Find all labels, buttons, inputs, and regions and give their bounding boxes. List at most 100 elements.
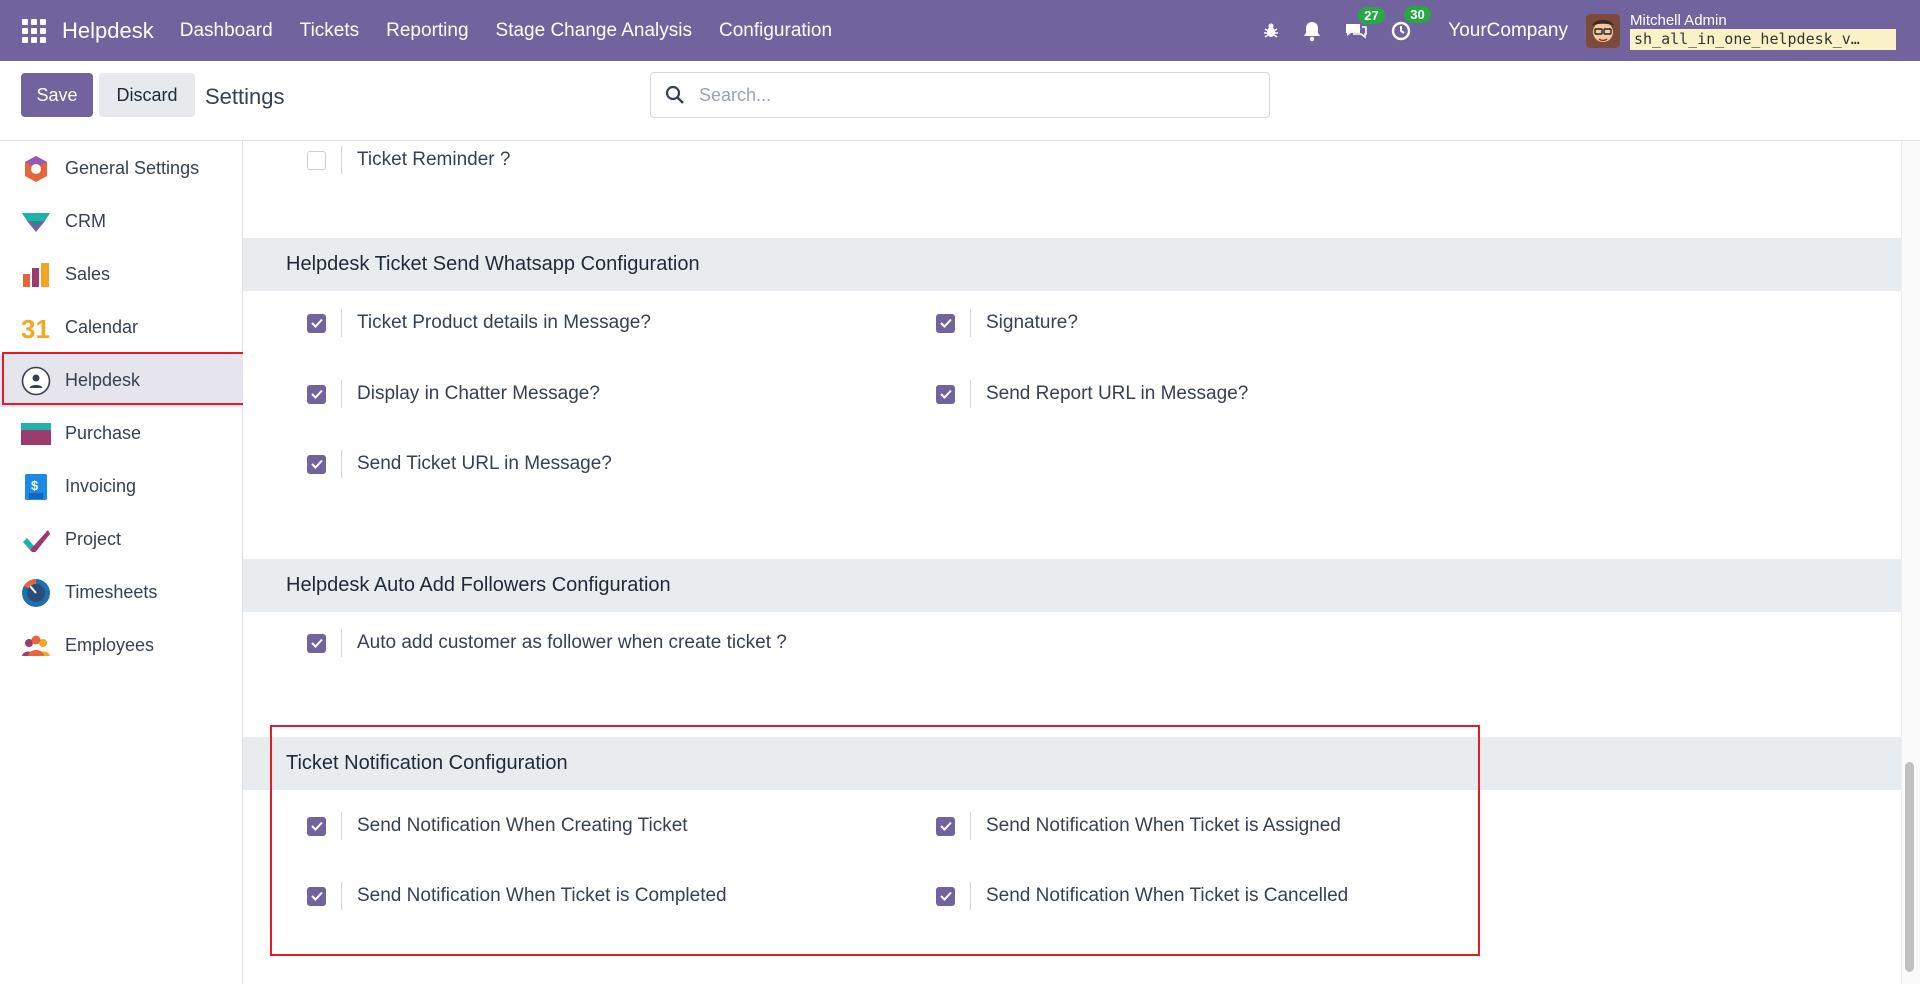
separator (970, 812, 971, 840)
activity-clock-icon[interactable]: 30 (1390, 5, 1431, 42)
crm-icon (21, 207, 51, 237)
sidebar-item-timesheets[interactable]: Timesheets (0, 566, 243, 619)
purchase-icon (21, 419, 51, 449)
menu-configuration[interactable]: Configuration (719, 20, 832, 42)
settings-sidebar: General Settings CRM Sales 31 Calendar H… (0, 141, 243, 984)
general-settings-icon (21, 154, 51, 184)
settings-content: Ticket Reminder ? Helpdesk Ticket Send W… (243, 141, 1901, 984)
sidebar-item-calendar[interactable]: 31 Calendar (0, 301, 243, 354)
search-icon (665, 85, 684, 104)
sidebar-item-invoicing[interactable]: $ Invoicing (0, 460, 243, 513)
control-panel: Save Discard Settings (0, 61, 1920, 141)
top-navbar: Helpdesk Dashboard Tickets Reporting Sta… (0, 0, 1920, 61)
checkbox-checked[interactable] (307, 384, 326, 404)
setting-label: Send Ticket URL in Message? (357, 453, 612, 474)
menu-reporting[interactable]: Reporting (386, 20, 468, 42)
sidebar-item-purchase[interactable]: Purchase (0, 407, 243, 460)
database-name: sh_all_in_one_helpdesk_v… (1630, 28, 1896, 50)
menu-stage-change-analysis[interactable]: Stage Change Analysis (496, 20, 692, 42)
separator (341, 882, 342, 910)
menu-tickets[interactable]: Tickets (300, 20, 359, 42)
sidebar-item-crm[interactable]: CRM (0, 195, 243, 248)
separator (341, 146, 342, 174)
checkbox-checked[interactable] (307, 313, 326, 333)
separator (341, 450, 342, 478)
separator (341, 309, 342, 337)
setting-label: Ticket Product details in Message? (357, 312, 651, 333)
separator (970, 882, 971, 910)
checkbox-checked[interactable] (307, 454, 326, 474)
checkbox-checked[interactable] (936, 816, 955, 836)
company-switcher[interactable]: YourCompany (1448, 20, 1568, 42)
apps-menu-icon[interactable] (22, 18, 46, 43)
checkbox-checked[interactable] (307, 633, 326, 653)
setting-whatsapp-chatter: Display in Chatter Message? (307, 376, 600, 412)
check-icon (310, 389, 323, 399)
discard-button[interactable]: Discard (99, 73, 195, 117)
sidebar-item-label: Sales (65, 264, 111, 284)
sidebar-item-project[interactable]: Project (0, 513, 243, 566)
sales-icon (21, 260, 51, 290)
search-input[interactable] (699, 84, 1239, 106)
checkbox-checked[interactable] (936, 886, 955, 906)
page-title: Settings (205, 84, 285, 109)
separator (970, 309, 971, 337)
employees-icon (21, 631, 51, 661)
separator (341, 629, 342, 657)
check-icon (939, 891, 952, 901)
setting-ticket-reminder: Ticket Reminder ? (307, 141, 510, 179)
svg-text:31: 31 (21, 314, 50, 342)
app-brand[interactable]: Helpdesk (62, 18, 154, 44)
sidebar-item-general-settings[interactable]: General Settings (0, 142, 243, 195)
sidebar-item-label: Invoicing (65, 476, 137, 496)
sidebar-item-label: Timesheets (65, 582, 158, 602)
setting-notify-creating: Send Notification When Creating Ticket (307, 808, 688, 844)
ticket-reminder-label: Ticket Reminder ? (357, 149, 511, 170)
separator (970, 380, 971, 408)
user-avatar[interactable] (1586, 13, 1620, 48)
check-icon (939, 821, 952, 831)
sidebar-item-label: Employees (65, 635, 155, 655)
invoicing-icon: $ (21, 472, 51, 502)
menu-dashboard[interactable]: Dashboard (180, 20, 273, 42)
user-menu[interactable]: Mitchell Admin sh_all_in_one_helpdesk_v… (1630, 12, 1896, 50)
setting-whatsapp-report-url: Send Report URL in Message? (936, 376, 1248, 412)
followers-section-header: Helpdesk Auto Add Followers Configuratio… (243, 559, 1901, 612)
project-icon (21, 525, 51, 555)
checkbox-checked[interactable] (936, 384, 955, 404)
separator (341, 380, 342, 408)
sidebar-item-employees[interactable]: Employees (0, 619, 243, 672)
whatsapp-section-header: Helpdesk Ticket Send Whatsapp Configurat… (243, 238, 1901, 291)
bell-icon[interactable] (1302, 20, 1322, 42)
separator (341, 812, 342, 840)
setting-whatsapp-product-details: Ticket Product details in Message? (307, 305, 651, 341)
checkbox-checked[interactable] (936, 313, 955, 333)
chat-icon[interactable]: 27 (1344, 6, 1385, 41)
setting-whatsapp-signature: Signature? (936, 305, 1078, 341)
setting-label: Signature? (986, 312, 1078, 333)
sidebar-item-label: CRM (65, 211, 106, 231)
debug-bug-icon[interactable] (1262, 22, 1280, 40)
check-icon (310, 638, 323, 648)
checkbox-checked[interactable] (307, 886, 326, 906)
sidebar-item-label: Project (65, 529, 122, 549)
sidebar-item-helpdesk[interactable]: Helpdesk (0, 354, 243, 407)
setting-label: Send Notification When Ticket is Complet… (357, 885, 727, 906)
save-button[interactable]: Save (21, 73, 93, 117)
ticket-reminder-checkbox[interactable] (307, 150, 326, 170)
check-icon (939, 318, 952, 328)
sidebar-item-label: Helpdesk (65, 370, 141, 390)
check-icon (939, 389, 952, 399)
search-box[interactable] (650, 72, 1270, 118)
sidebar-item-sales[interactable]: Sales (0, 248, 243, 301)
check-icon (310, 459, 323, 469)
scrollbar-thumb[interactable] (1905, 762, 1914, 972)
setting-auto-add-follower: Auto add customer as follower when creat… (307, 625, 787, 661)
setting-label: Send Notification When Creating Ticket (357, 815, 688, 836)
check-icon (310, 318, 323, 328)
check-icon (310, 821, 323, 831)
chat-count-badge: 27 (1358, 6, 1385, 24)
checkbox-checked[interactable] (307, 816, 326, 836)
setting-label: Send Report URL in Message? (986, 383, 1249, 404)
calendar-icon: 31 (21, 313, 51, 343)
